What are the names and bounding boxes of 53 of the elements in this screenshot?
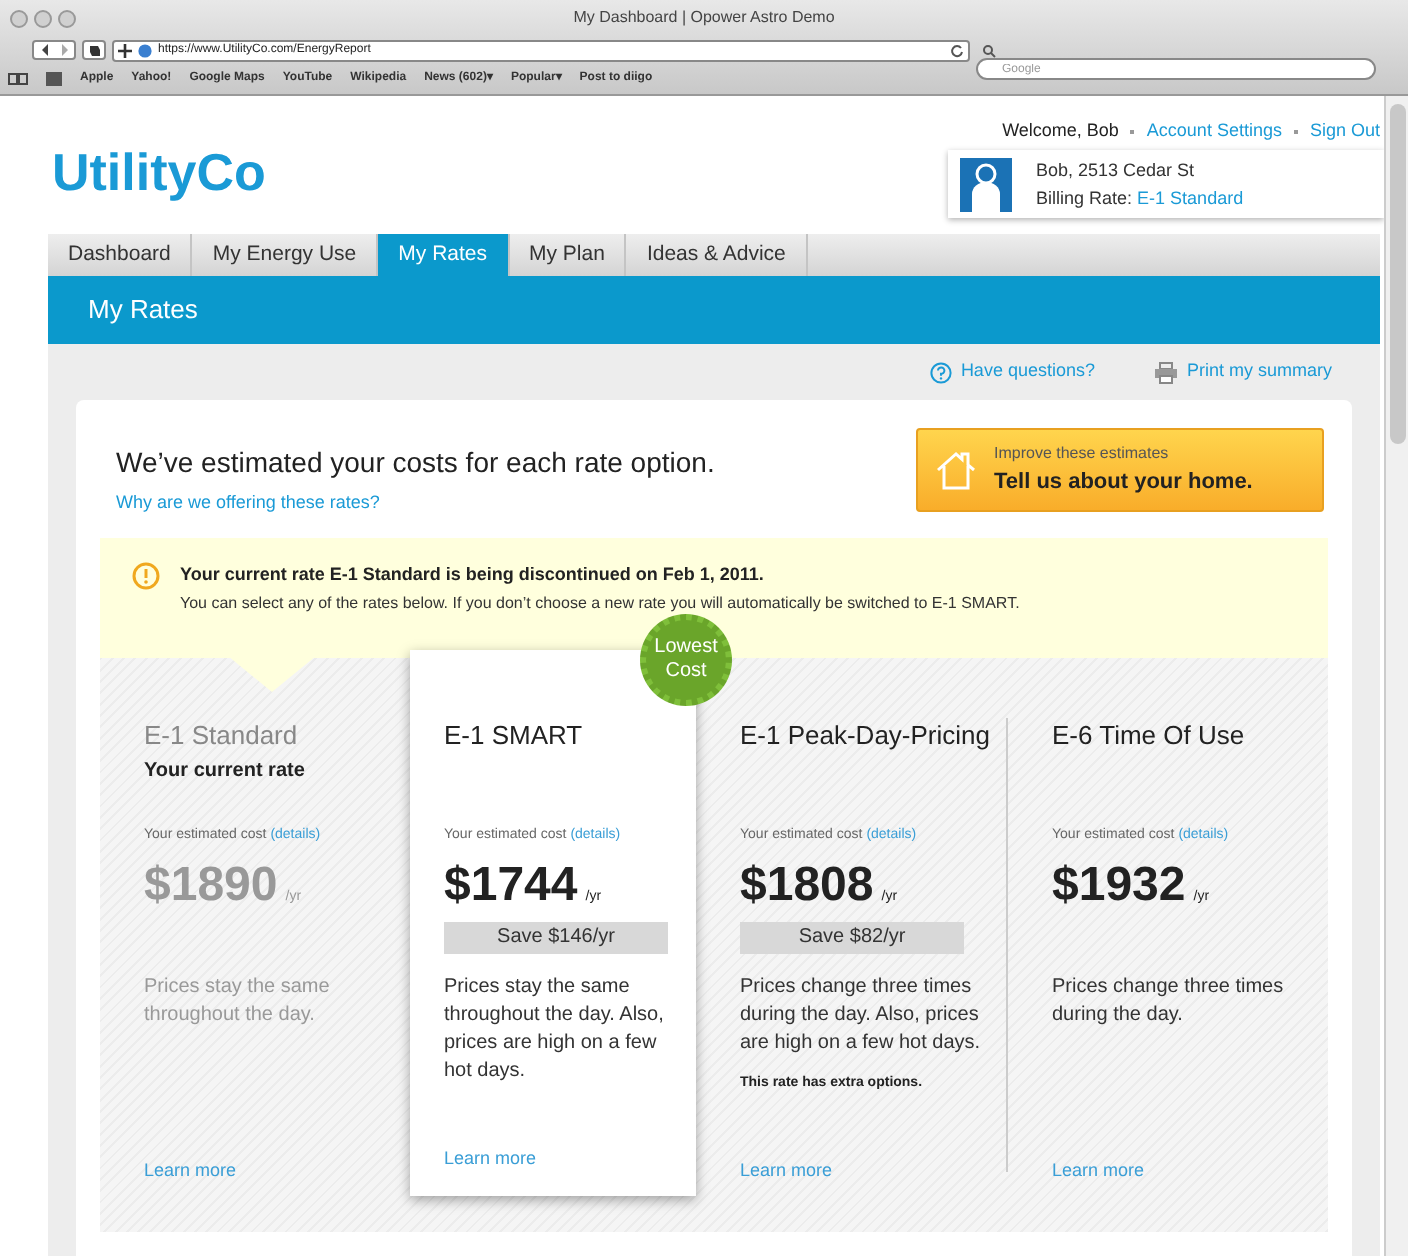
window-title: My Dashboard | Opower Astro Demo: [571, 6, 837, 30]
house-icon: [934, 448, 978, 492]
nav-tab[interactable]: My Rates: [378, 234, 509, 276]
reload-icon[interactable]: [950, 43, 964, 57]
help-link[interactable]: Have questions?: [960, 358, 1095, 386]
notice-body: You can select any of the rates below. If you don’t choose a new rate you will automatically be switched to E-1 SMART.: [180, 592, 1020, 616]
back-icon: [39, 42, 49, 58]
globe-icon: [138, 43, 152, 57]
intro-link[interactable]: Why are we offering these rates?: [116, 490, 715, 517]
price: $1890: [144, 858, 278, 914]
header-link[interactable]: Account Settings: [1146, 117, 1282, 145]
billing-rate-label: Billing Rate:: [1036, 188, 1133, 209]
rate-name: E-1 SMART: [444, 717, 585, 751]
improve-label: Improve these estimates: [994, 441, 1171, 466]
book-icon[interactable]: [8, 71, 28, 85]
learn-more-link[interactable]: Learn more: [444, 1145, 680, 1172]
avatar-icon: [960, 157, 1012, 212]
grid-icon[interactable]: [46, 71, 62, 85]
search-icon: [982, 43, 996, 57]
billing-rate-link[interactable]: E-1 Standard: [1137, 188, 1244, 209]
learn-more-link[interactable]: Learn more: [740, 1157, 994, 1184]
account-name: Bob, 2513 Cedar St: [1036, 158, 1197, 185]
header-link[interactable]: Sign Out: [1309, 117, 1380, 145]
intro-heading: We’ve estimated your costs for each rate option.: [116, 444, 715, 482]
utilityco-logo[interactable]: UtilityCo: [48, 117, 266, 211]
rate-name: E-1 Peak-Day-Pricing: [740, 717, 992, 751]
print-link[interactable]: Print my summary: [1186, 358, 1332, 386]
rate-description: Prices change three times during the day.: [1052, 974, 1286, 1030]
welcome-text: Welcome, Bob: [1002, 117, 1119, 144]
printer-icon: [1154, 361, 1179, 383]
rate-name: E-6 Time Of Use: [1052, 717, 1247, 751]
back-forward-buttons[interactable]: [32, 40, 76, 60]
learn-more-link[interactable]: Learn more: [1052, 1157, 1306, 1184]
notice-title: Your current rate E-1 Standard is being discontinued on Feb 1, 2011.: [180, 561, 766, 588]
rate-description: Prices stay the same throughout the day.: [144, 974, 332, 1030]
price: $1744: [444, 858, 578, 914]
price: $1808: [740, 858, 874, 914]
rate-name: E-1 Standard: [144, 717, 300, 751]
savings-label: Save $82/yr: [740, 922, 964, 954]
plus-icon: [118, 43, 132, 57]
rate-description: Prices stay the same throughout the day. Also, prices are high on a few hot days.: [444, 974, 666, 1086]
improve-estimates-button[interactable]: Improve these estimates Tell us about your home.: [916, 428, 1324, 512]
current-rate-label: Your current rate: [144, 757, 307, 785]
page-title: My Rates: [88, 292, 198, 329]
price: $1932: [1052, 858, 1186, 914]
help-icon: [930, 361, 953, 383]
rate-description: Prices change three times during the day. Also, prices are high on a few hot days.: [740, 974, 983, 1058]
savings-label: Save $146/yr: [444, 922, 668, 954]
scrollbar[interactable]: [1384, 96, 1408, 1256]
forward-icon: [59, 42, 69, 58]
learn-more-link[interactable]: Learn more: [144, 1157, 398, 1184]
improve-action: Tell us about your home.: [994, 467, 1253, 498]
warning-icon: [132, 561, 160, 589]
